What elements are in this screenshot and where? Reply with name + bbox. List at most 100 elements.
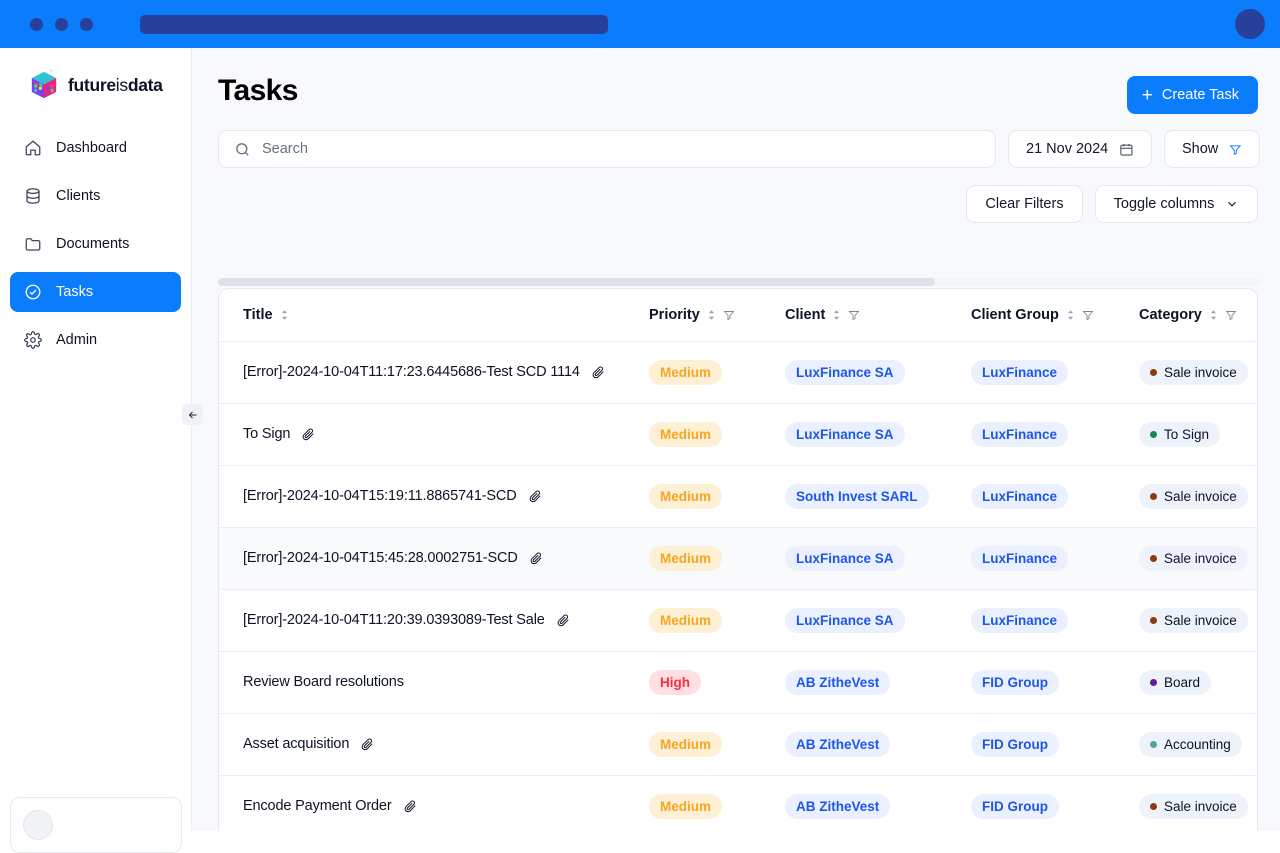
- attachment-icon[interactable]: [301, 427, 315, 441]
- attachment-icon[interactable]: [403, 799, 417, 813]
- client-group-badge[interactable]: LuxFinance: [971, 484, 1068, 509]
- cell-title[interactable]: Review Board resolutions: [219, 651, 649, 713]
- filter-icon[interactable]: [723, 309, 735, 321]
- cell-title[interactable]: Asset acquisition: [219, 713, 649, 775]
- cell-title[interactable]: [Error]-2024-10-04T15:19:11.8865741-SCD: [219, 465, 649, 527]
- cell-client: LuxFinance SA: [785, 589, 971, 651]
- window-maximize-dot[interactable]: [80, 18, 93, 31]
- client-badge[interactable]: LuxFinance SA: [785, 608, 905, 633]
- client-badge[interactable]: South Invest SARL: [785, 484, 929, 509]
- table-row[interactable]: Asset acquisitionMediumAB ZitheVestFID G…: [219, 713, 1258, 775]
- database-icon: [24, 187, 42, 205]
- sort-icon[interactable]: [832, 309, 841, 321]
- filters-row-secondary: Clear Filters Toggle columns: [966, 185, 1258, 223]
- cell-client: LuxFinance SA: [785, 403, 971, 465]
- table-row[interactable]: Encode Payment Order Medium AB ZitheVest FI…: [219, 775, 1258, 831]
- window-controls: [30, 18, 93, 31]
- table-row[interactable]: [Error]-2024-10-04T15:45:28.0002751-SCDM…: [219, 527, 1258, 589]
- table-row[interactable]: [Error]-2024-10-04T11:20:39.0393089-Test…: [219, 589, 1258, 651]
- attachment-icon[interactable]: [556, 613, 570, 627]
- cell-priority: Medium: [649, 527, 785, 589]
- priority-badge: Medium: [649, 794, 722, 819]
- table-row[interactable]: [Error]-2024-10-04T15:19:11.8865741-SCDM…: [219, 465, 1258, 527]
- table-row[interactable]: [Error]-2024-10-04T11:17:23.6445686-Test…: [219, 341, 1258, 403]
- tasks-table: Title Priority Client: [219, 289, 1258, 831]
- window-minimize-dot[interactable]: [55, 18, 68, 31]
- sidebar-item-tasks[interactable]: Tasks: [10, 272, 181, 312]
- sidebar-item-admin[interactable]: Admin: [10, 320, 181, 360]
- priority-badge: High: [649, 670, 701, 695]
- attachment-icon[interactable]: [528, 489, 542, 503]
- sidebar-item-documents[interactable]: Documents: [10, 224, 181, 264]
- client-badge[interactable]: LuxFinance SA: [785, 422, 905, 447]
- column-header-priority[interactable]: Priority: [649, 289, 785, 341]
- address-bar[interactable]: [140, 15, 608, 34]
- attachment-icon[interactable]: [529, 551, 543, 565]
- avatar[interactable]: [1235, 9, 1265, 39]
- browser-chrome-bar: [0, 0, 1280, 48]
- sort-icon[interactable]: [1066, 309, 1075, 321]
- task-title: Encode Payment Order: [243, 798, 392, 814]
- sort-icon[interactable]: [1209, 309, 1218, 321]
- window-close-dot[interactable]: [30, 18, 43, 31]
- create-task-button[interactable]: + Create Task: [1127, 76, 1258, 114]
- attachment-icon[interactable]: [591, 365, 605, 379]
- scrollbar-thumb[interactable]: [218, 278, 935, 286]
- cell-title[interactable]: Encode Payment Order: [219, 775, 649, 831]
- cell-category: Sale invoice: [1139, 465, 1258, 527]
- client-badge[interactable]: AB ZitheVest: [785, 670, 890, 695]
- column-header-category[interactable]: Category: [1139, 289, 1258, 341]
- table-row[interactable]: To SignMediumLuxFinance SALuxFinanceTo S…: [219, 403, 1258, 465]
- sidebar-item-dashboard[interactable]: Dashboard: [10, 128, 181, 168]
- client-group-badge[interactable]: FID Group: [971, 670, 1059, 695]
- filter-icon[interactable]: [1225, 309, 1237, 321]
- client-group-badge[interactable]: LuxFinance: [971, 608, 1068, 633]
- toggle-columns-button[interactable]: Toggle columns: [1095, 185, 1258, 223]
- column-label: Client Group: [971, 307, 1059, 323]
- client-group-badge[interactable]: FID Group: [971, 732, 1059, 757]
- table-horizontal-scrollbar[interactable]: [218, 278, 1260, 286]
- cell-title[interactable]: To Sign: [219, 403, 649, 465]
- show-filter-button[interactable]: Show: [1164, 130, 1260, 168]
- filter-icon[interactable]: [1082, 309, 1094, 321]
- client-badge[interactable]: LuxFinance SA: [785, 546, 905, 571]
- cell-category: Sale invoice: [1139, 775, 1258, 831]
- plus-icon: +: [1142, 86, 1153, 105]
- sidebar-item-clients[interactable]: Clients: [10, 176, 181, 216]
- brand-logo-block[interactable]: futureisdata: [0, 48, 191, 100]
- cell-client-group: LuxFinance: [971, 465, 1139, 527]
- clear-filters-button[interactable]: Clear Filters: [966, 185, 1083, 223]
- client-group-badge[interactable]: LuxFinance: [971, 422, 1068, 447]
- column-header-client[interactable]: Client: [785, 289, 971, 341]
- check-circle-icon: [24, 283, 42, 301]
- cell-title[interactable]: [Error]-2024-10-04T11:20:39.0393089-Test…: [219, 589, 649, 651]
- attachment-icon[interactable]: [360, 737, 374, 751]
- cell-client: AB ZitheVest: [785, 651, 971, 713]
- cell-priority: Medium: [649, 341, 785, 403]
- date-filter-button[interactable]: 21 Nov 2024: [1008, 130, 1152, 168]
- column-header-title[interactable]: Title: [219, 289, 649, 341]
- sort-icon[interactable]: [707, 309, 716, 321]
- client-group-badge[interactable]: LuxFinance: [971, 360, 1068, 385]
- table-row[interactable]: Review Board resolutionsHigh AB ZitheVest…: [219, 651, 1258, 713]
- client-badge[interactable]: AB ZitheVest: [785, 794, 890, 819]
- client-badge[interactable]: LuxFinance SA: [785, 360, 905, 385]
- column-header-client-group[interactable]: Client Group: [971, 289, 1139, 341]
- search-box[interactable]: [218, 130, 996, 168]
- category-badge: Sale invoice: [1139, 794, 1248, 819]
- task-title: Asset acquisition: [243, 736, 349, 752]
- client-group-badge[interactable]: LuxFinance: [971, 546, 1068, 571]
- sort-icon[interactable]: [280, 309, 289, 321]
- priority-badge: Medium: [649, 608, 722, 633]
- cell-title[interactable]: [Error]-2024-10-04T15:45:28.0002751-SCD: [219, 527, 649, 589]
- brand-name: futureisdata: [68, 75, 163, 96]
- table-head: Title Priority Client: [219, 289, 1258, 341]
- cell-title[interactable]: [Error]-2024-10-04T11:17:23.6445686-Test…: [219, 341, 649, 403]
- category-color-dot: [1150, 741, 1157, 748]
- search-input[interactable]: [262, 141, 980, 157]
- client-group-badge[interactable]: FID Group: [971, 794, 1059, 819]
- sidebar-collapse-button[interactable]: [182, 404, 203, 425]
- client-badge[interactable]: AB ZitheVest: [785, 732, 890, 757]
- filter-icon[interactable]: [848, 309, 860, 321]
- user-profile-card[interactable]: [10, 797, 182, 853]
